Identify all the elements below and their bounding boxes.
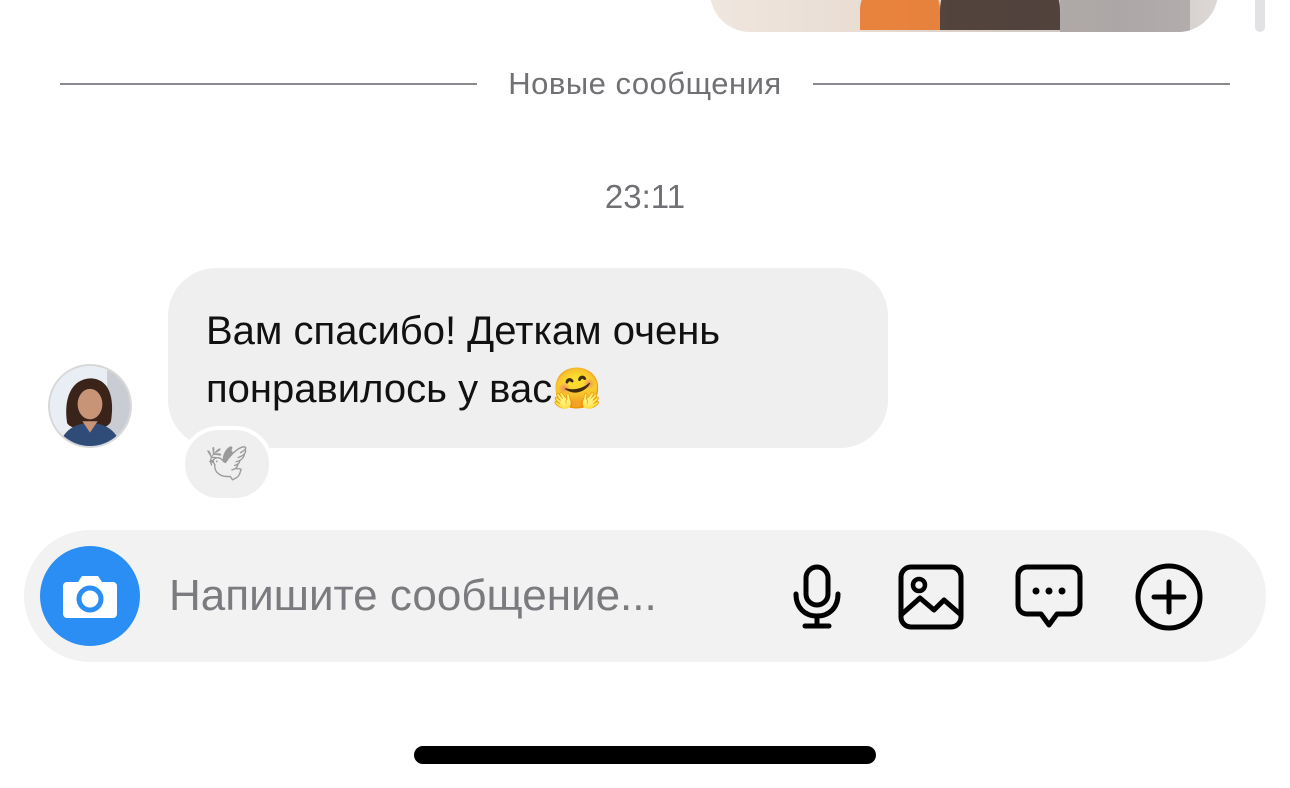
message-composer <box>24 530 1266 662</box>
message-reaction[interactable]: 🕊 <box>181 426 273 502</box>
microphone-icon <box>793 564 841 629</box>
plus-icon <box>1135 563 1203 631</box>
divider-line-right <box>812 83 1230 85</box>
message-text-line-2: понравилось у вас🤗 <box>206 360 850 418</box>
chat-bubble-icon <box>1015 564 1083 628</box>
dove-reaction-icon: 🕊 <box>205 444 249 484</box>
voice-message-button[interactable] <box>782 562 852 632</box>
new-messages-label: Новые сообщения <box>508 66 782 101</box>
chat-screen: Новые сообщения 23:11 Вам спасибо! Детка… <box>0 0 1290 788</box>
previous-media-message[interactable] <box>710 0 1218 32</box>
gallery-button[interactable] <box>896 562 966 632</box>
sender-avatar[interactable] <box>48 364 132 448</box>
more-options-button[interactable] <box>1134 562 1204 632</box>
scrollbar[interactable] <box>1255 0 1265 32</box>
avatar-photo-icon <box>50 366 130 446</box>
message-timestamp: 23:11 <box>604 178 686 215</box>
gallery-icon <box>898 564 964 630</box>
incoming-message-bubble[interactable]: Вам спасибо! Деткам очень понравилось у … <box>168 268 888 448</box>
camera-button[interactable] <box>40 546 140 646</box>
hugging-face-emoji: 🤗 <box>552 366 603 412</box>
sticker-button[interactable] <box>1014 562 1084 632</box>
camera-icon <box>63 576 117 618</box>
message-text-line-2-text: понравилось у вас <box>206 367 553 411</box>
new-messages-divider: Новые сообщения <box>60 60 1230 108</box>
message-input[interactable] <box>169 566 749 626</box>
message-text-line-1: Вам спасибо! Деткам очень <box>206 309 721 353</box>
divider-line-left <box>60 83 478 85</box>
home-indicator[interactable] <box>414 746 876 764</box>
